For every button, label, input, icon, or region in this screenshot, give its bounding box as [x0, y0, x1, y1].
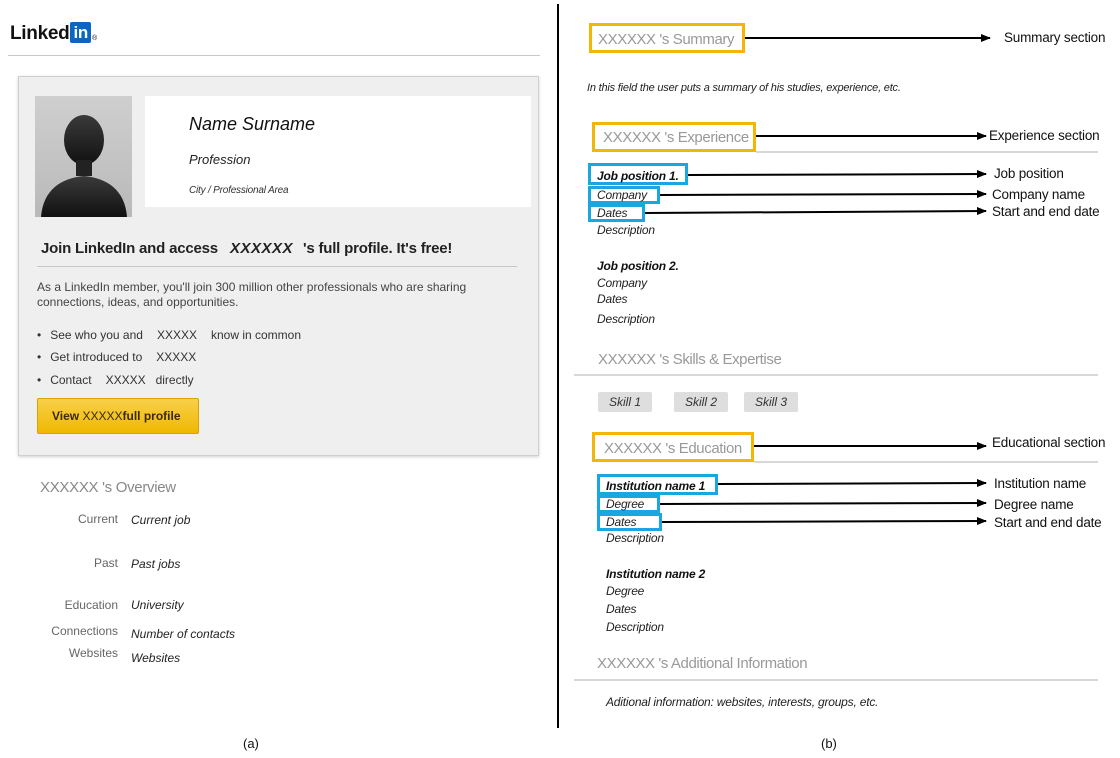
- degree-annotation: Degree name: [994, 497, 1074, 512]
- arrow-dates: [644, 207, 987, 216]
- experience-annotation: Experience section: [989, 128, 1100, 143]
- skill-tag: Skill 2: [674, 392, 729, 412]
- section-rule: [574, 374, 1098, 376]
- skill-tag: Skill 3: [744, 392, 799, 412]
- arrow-edu-dates: [661, 517, 987, 526]
- arrow-company: [659, 190, 987, 199]
- additional-text: Aditional information: websites, interes…: [606, 695, 879, 709]
- institution-description: Description: [606, 531, 664, 545]
- institution-degree: Degree: [606, 584, 645, 598]
- job-description: Description: [597, 223, 655, 237]
- institution-name: Institution name 1: [606, 479, 706, 493]
- institution-dates: Dates: [606, 602, 637, 616]
- section-rule: [754, 461, 1098, 463]
- education-title: XXXXXX 's Education: [604, 440, 742, 457]
- edu-dates-annotation: Start and end date: [994, 515, 1102, 530]
- job-dates: Dates: [597, 206, 628, 220]
- job-company: Company: [597, 276, 647, 290]
- job-position: Job position 1.: [597, 169, 679, 183]
- company-annotation: Company name: [992, 187, 1085, 202]
- summary-title: XXXXXX 's Summary: [598, 31, 735, 48]
- job-company: Company: [597, 188, 647, 202]
- section-rule: [756, 151, 1098, 153]
- section-rule: [574, 679, 1098, 681]
- arrow-degree: [659, 499, 987, 508]
- institution-dates: Dates: [606, 515, 637, 529]
- job-position: Job position 2.: [597, 259, 679, 273]
- caption-b: (b): [821, 736, 837, 751]
- institution-description: Description: [606, 620, 664, 634]
- summary-text: In this field the user puts a summary of…: [587, 82, 901, 94]
- job-description: Description: [597, 312, 655, 326]
- annotation-arrows: [644, 34, 991, 526]
- skill-tag: Skill 1: [598, 392, 653, 412]
- additional-title: XXXXXX 's Additional Information: [597, 655, 808, 672]
- job-dates: Dates: [597, 292, 628, 306]
- arrow-institution: [717, 479, 987, 488]
- education-annotation: Educational section: [992, 435, 1106, 450]
- dates-annotation: Start and end date: [992, 204, 1100, 219]
- experience-title: XXXXXX 's Experience: [603, 129, 749, 146]
- institution-name: Institution name 2: [606, 567, 706, 581]
- job-position-annotation: Job position: [994, 166, 1064, 181]
- summary-annotation: Summary section: [1004, 30, 1106, 45]
- skills-title: XXXXXX 's Skills & Expertise: [598, 351, 782, 368]
- institution-annotation: Institution name: [994, 476, 1087, 491]
- institution-degree: Degree: [606, 497, 645, 511]
- arrow-job-position: [687, 170, 987, 179]
